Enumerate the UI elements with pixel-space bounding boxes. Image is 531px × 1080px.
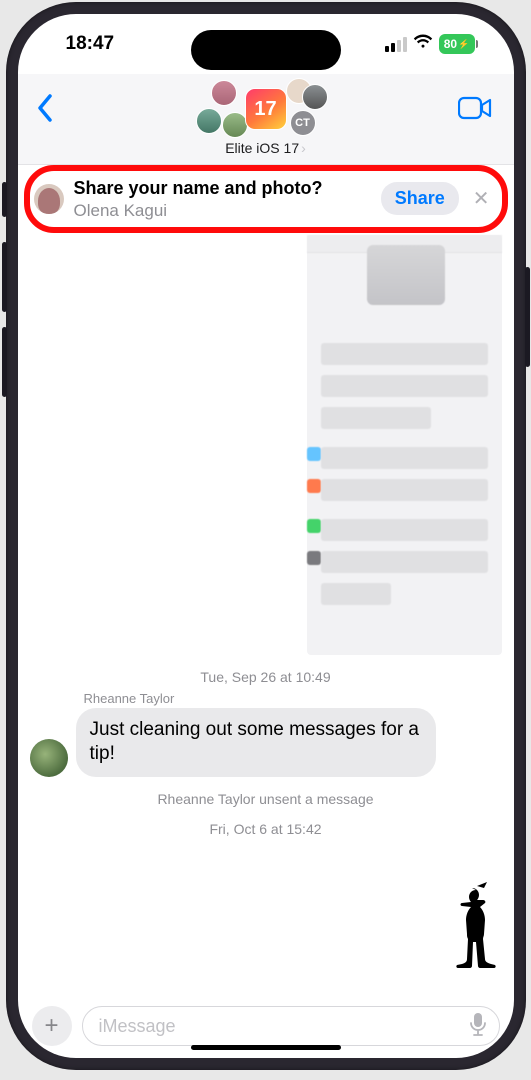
- phone-power-button: [525, 267, 530, 367]
- conversation-title[interactable]: Elite iOS 17 ›: [18, 140, 514, 156]
- app-badge-number: 17: [254, 98, 276, 121]
- message-input[interactable]: [99, 1016, 469, 1037]
- share-name-photo-banner: Share your name and photo? Olena Kagui S…: [28, 171, 504, 227]
- share-button[interactable]: Share: [381, 182, 459, 215]
- banner-title: Share your name and photo?: [74, 177, 371, 200]
- timestamp: Fri, Oct 6 at 15:42: [30, 821, 502, 837]
- dictation-button[interactable]: [469, 1012, 487, 1041]
- conversation-header: 17 CT Elite iOS 17 ›: [18, 74, 514, 165]
- group-avatar-main: 17: [245, 88, 287, 130]
- message-bubble[interactable]: Just cleaning out some messages for a ti…: [76, 708, 436, 777]
- wifi-icon: [413, 33, 433, 55]
- phone-volume-up: [2, 242, 7, 312]
- dismiss-banner-button[interactable]: ✕: [469, 186, 494, 211]
- sender-avatar[interactable]: [30, 739, 68, 777]
- banner-subtitle: Olena Kagui: [74, 200, 371, 221]
- phone-frame: 18:47 80⚡: [6, 2, 526, 1070]
- image-attachment[interactable]: [307, 235, 502, 655]
- message-input-container[interactable]: [82, 1006, 500, 1046]
- banner-avatar: [34, 184, 64, 214]
- screen: 18:47 80⚡: [18, 14, 514, 1058]
- add-attachment-button[interactable]: +: [32, 1006, 72, 1046]
- system-message: Rheanne Taylor unsent a message: [30, 791, 502, 807]
- sticker-attachment[interactable]: [438, 882, 500, 992]
- home-indicator[interactable]: [191, 1045, 341, 1050]
- status-time: 18:47: [66, 33, 115, 55]
- group-avatar: [196, 108, 222, 134]
- message-row: Just cleaning out some messages for a ti…: [30, 708, 502, 777]
- timestamp: Tue, Sep 26 at 10:49: [30, 669, 502, 685]
- phone-volume-down: [2, 327, 7, 397]
- chevron-right-icon: ›: [301, 140, 306, 156]
- phone-side-button: [2, 182, 7, 217]
- message-list[interactable]: Tue, Sep 26 at 10:49 Rheanne Taylor Just…: [18, 227, 514, 996]
- conversation-title-text: Elite iOS 17: [225, 140, 299, 156]
- group-avatar-initials: CT: [290, 110, 316, 136]
- sender-name: Rheanne Taylor: [84, 691, 502, 706]
- battery-percent: 80: [444, 37, 457, 51]
- group-avatar-cluster[interactable]: 17 CT: [18, 80, 514, 138]
- dynamic-island: [191, 30, 341, 70]
- cellular-signal-icon: [385, 37, 407, 52]
- battery-indicator: 80⚡: [439, 34, 478, 54]
- group-avatar: [211, 80, 237, 106]
- group-avatar: [302, 84, 328, 110]
